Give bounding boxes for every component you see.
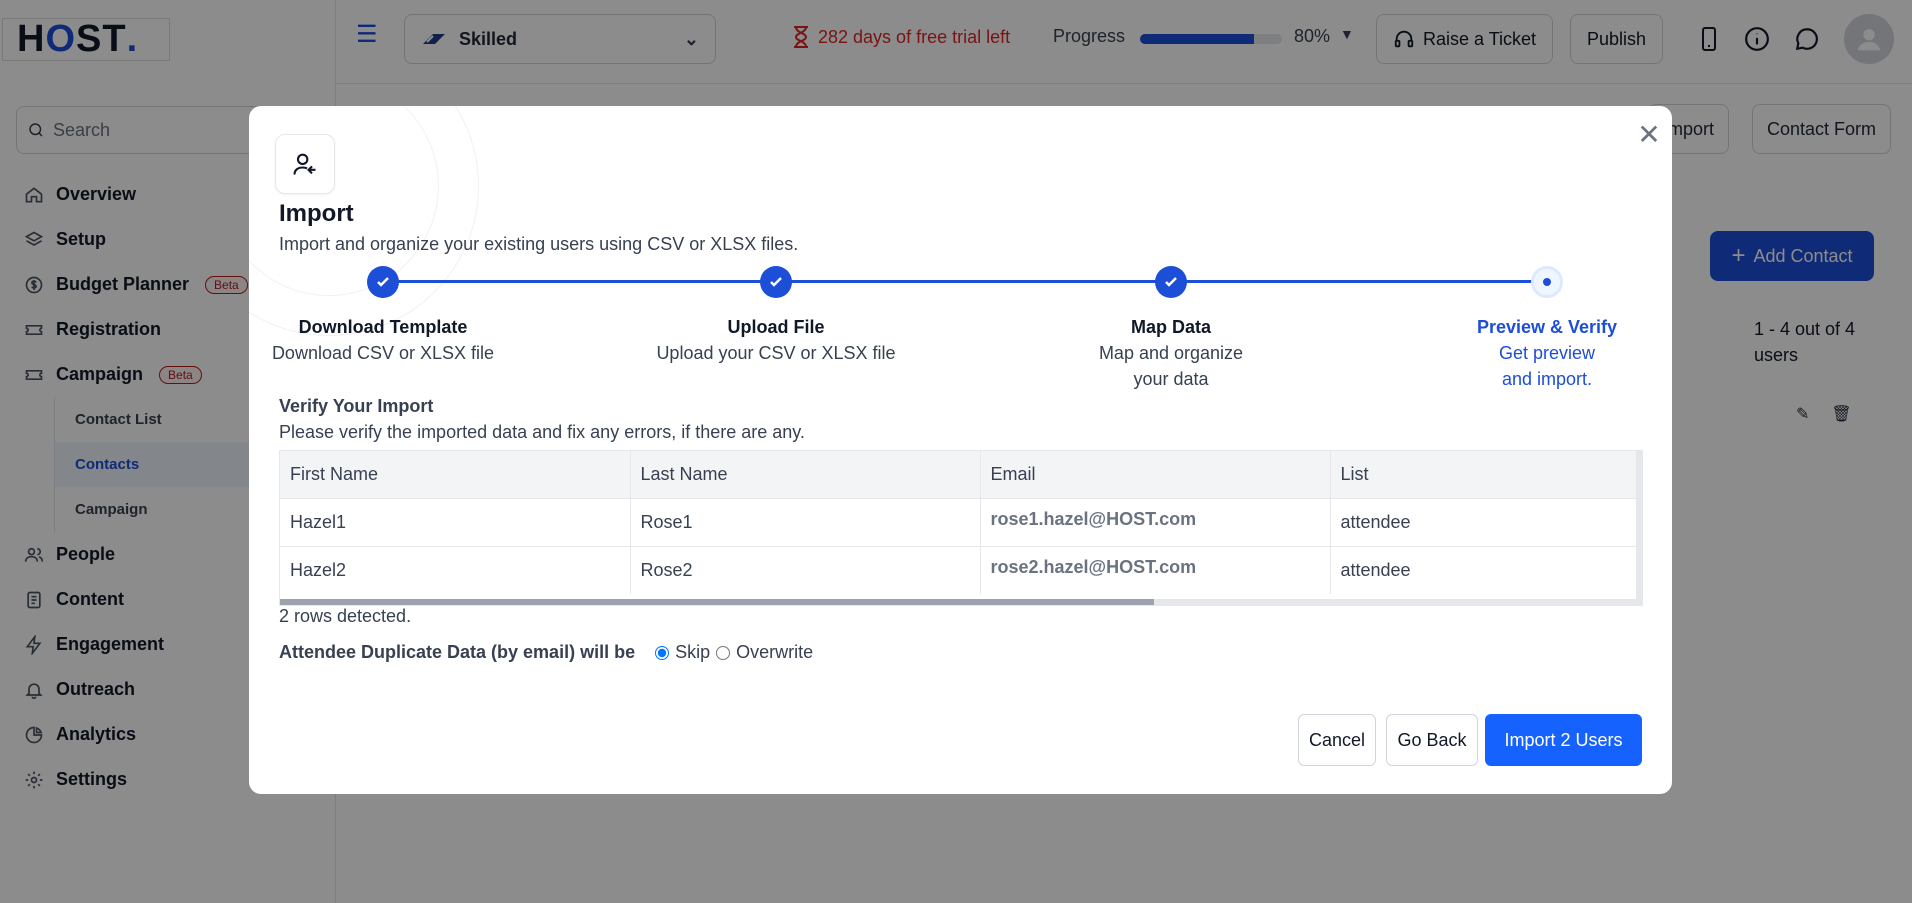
column-header: First Name (280, 451, 631, 498)
step-download-template: Download Template Download CSV or XLSX f… (263, 314, 503, 366)
table-cell[interactable]: attendee (1330, 497, 1642, 546)
duplicate-handling: Attendee Duplicate Data (by email) will … (279, 642, 813, 663)
step-description: Upload your CSV or XLSX file (656, 343, 896, 363)
step-complete-check-icon (760, 266, 792, 298)
scrollbar-thumb[interactable] (280, 599, 1154, 605)
step-title: Upload File (727, 317, 825, 337)
overwrite-label[interactable]: Overwrite (736, 642, 813, 663)
table-cell[interactable]: Hazel2 (280, 545, 631, 594)
table-cell[interactable]: rose1.hazel@HOST.com (980, 497, 1331, 546)
table-cell[interactable]: attendee (1330, 545, 1642, 594)
step-preview-verify: Preview & Verify Get preview and import. (1427, 314, 1667, 392)
skip-label[interactable]: Skip (675, 642, 710, 663)
step-upload-file: Upload File Upload your CSV or XLSX file (656, 314, 896, 366)
step-title: Download Template (298, 317, 468, 337)
column-header: List (1330, 451, 1642, 498)
import-users-button[interactable]: Import 2 Users (1485, 714, 1642, 766)
cancel-button[interactable]: Cancel (1298, 714, 1376, 766)
table-cell[interactable]: rose2.hazel@HOST.com (980, 545, 1331, 594)
skip-radio[interactable] (655, 645, 670, 660)
preview-table[interactable]: First Name Last Name Email List Hazel1 R… (279, 450, 1643, 606)
modal-title: Import (279, 200, 354, 227)
duplicate-label: Attendee Duplicate Data (by email) will … (279, 642, 636, 662)
import-modal: ✕ Import Import and organize your existi… (249, 106, 1672, 794)
rows-detected-text: 2 rows detected. (279, 606, 412, 626)
vertical-scrollbar[interactable] (1636, 451, 1642, 601)
step-title: Preview & Verify (1476, 317, 1618, 337)
horizontal-scrollbar[interactable] (280, 599, 1642, 605)
step-current-dot-icon (1531, 266, 1563, 298)
table-cell[interactable]: Rose2 (630, 545, 981, 594)
step-map-data: Map Data Map and organize your data (1051, 314, 1291, 392)
step-description: Get preview and import. (1498, 343, 1596, 389)
column-header: Last Name (630, 451, 981, 498)
step-complete-check-icon (1155, 266, 1187, 298)
modal-description: Import and organize your existing users … (279, 234, 799, 254)
stepper-line (383, 280, 1547, 283)
user-import-icon (275, 134, 335, 194)
table-row: Hazel1 Rose1 rose1.hazel@HOST.com attend… (280, 497, 1642, 546)
step-complete-check-icon (367, 266, 399, 298)
step-title: Map Data (1130, 317, 1211, 337)
overwrite-radio[interactable] (716, 645, 731, 660)
table-row: Hazel2 Rose2 rose2.hazel@HOST.com attend… (280, 545, 1642, 594)
table-cell[interactable]: Hazel1 (280, 497, 631, 546)
table-header-row: First Name Last Name Email List (280, 451, 1642, 498)
close-icon[interactable]: ✕ (1635, 119, 1663, 150)
column-header: Email (980, 451, 1331, 498)
table-cell[interactable]: Rose1 (630, 497, 981, 546)
step-description: Map and organize your data (1098, 343, 1244, 389)
verify-description: Please verify the imported data and fix … (279, 422, 805, 442)
verify-title: Verify Your Import (279, 396, 434, 416)
go-back-button[interactable]: Go Back (1386, 714, 1478, 766)
step-description: Download CSV or XLSX file (271, 343, 495, 363)
